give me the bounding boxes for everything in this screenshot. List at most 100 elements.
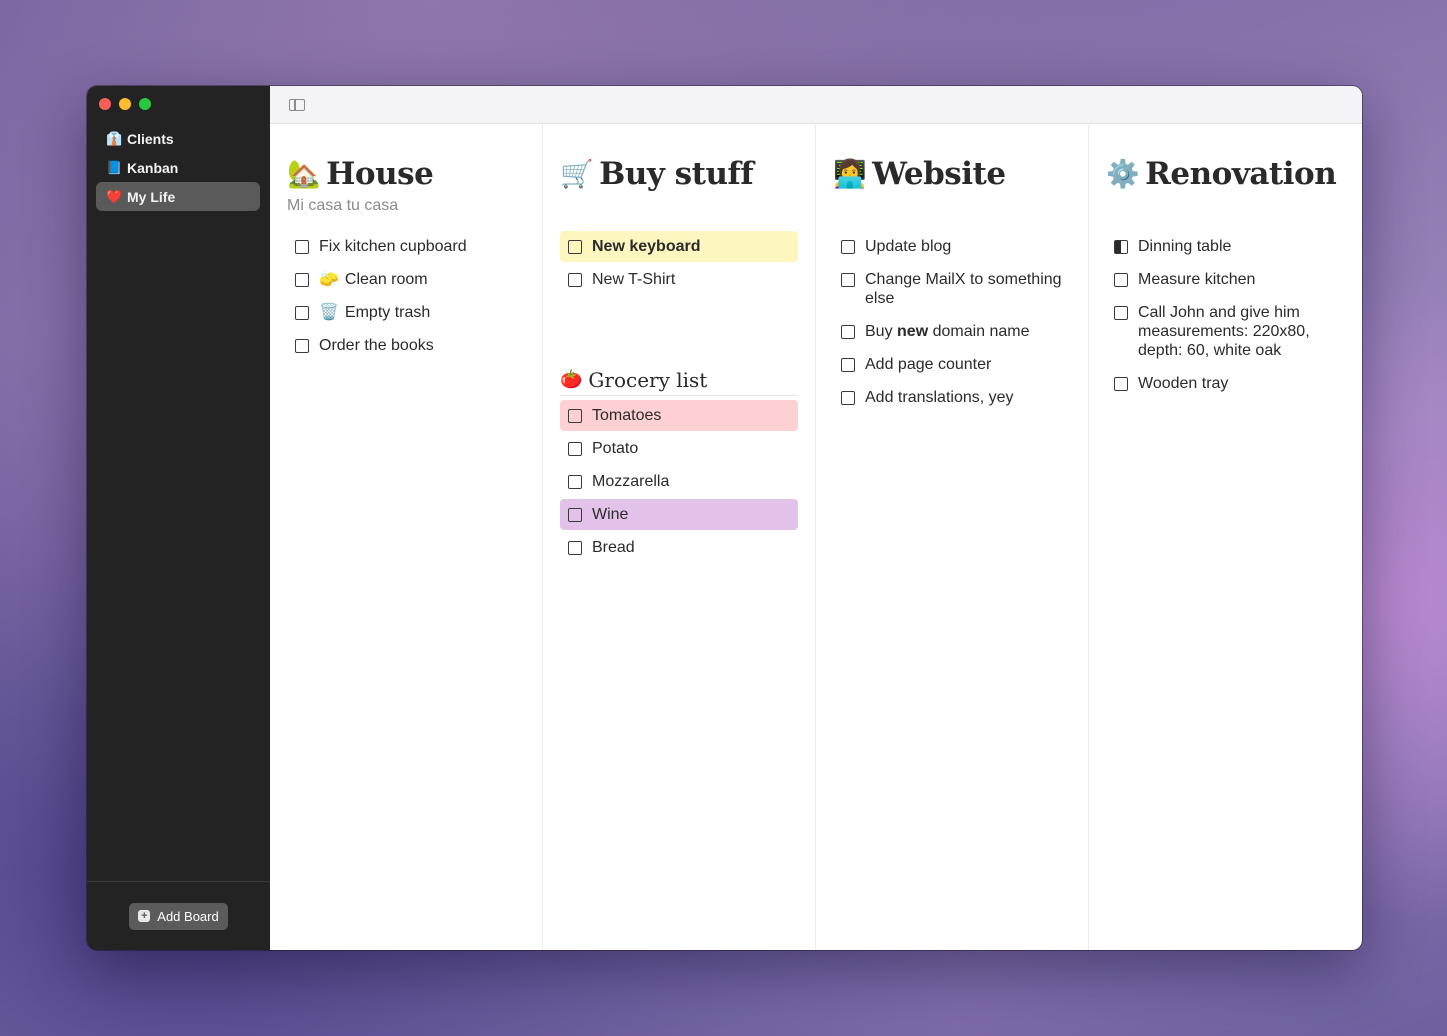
task-item[interactable]: Measure kitchen [1106,264,1345,295]
task-checkbox[interactable] [295,273,309,287]
task-label: Order the books [319,337,434,354]
task-checkbox[interactable] [841,273,855,287]
close-window-button[interactable] [99,98,111,110]
sidebar-footer: + Add Board [87,881,270,950]
task-item[interactable]: Order the books [287,330,525,361]
task-label: Tomatoes [592,407,662,424]
task-item[interactable]: New keyboard [560,231,798,262]
column-title-text: House [326,156,434,192]
task-label: New T-Shirt [592,271,676,288]
column-subtitle-empty [1106,197,1345,215]
task-item[interactable]: Call John and give him measurements: 220… [1106,297,1345,366]
task-checkbox[interactable] [295,306,309,320]
task-item[interactable]: Fix kitchen cupboard [287,231,525,262]
sidebar-toggle-icon[interactable] [289,98,305,111]
task-checkbox[interactable] [841,240,855,254]
task-item[interactable]: Wooden tray [1106,368,1345,399]
task-list: New keyboard New T-Shirt [560,231,798,295]
task-item[interactable]: Wine [560,499,798,530]
app-window: 👔 Clients 📘 Kanban ❤️ My Life + Add Boar… [87,86,1362,950]
task-label: Update blog [865,238,952,255]
column-subtitle-empty [833,197,1071,215]
main-area: 🏡 House Mi casa tu casa Fix kitchen cupb… [270,86,1362,950]
column-title[interactable]: 🏡 House [287,153,525,195]
task-checkbox[interactable] [841,325,855,339]
task-label: Wooden tray [1138,375,1229,392]
task-item[interactable]: Bread [560,532,798,563]
task-checkbox[interactable] [295,240,309,254]
zoom-window-button[interactable] [139,98,151,110]
task-item[interactable]: 🗑️ Empty trash [287,297,525,328]
task-label: Mozzarella [592,473,670,490]
task-label: Potato [592,440,639,457]
add-board-button[interactable]: + Add Board [129,902,228,930]
sidebar-item-my-life[interactable]: ❤️ My Life [96,182,260,211]
plus-icon: + [138,910,151,922]
task-item[interactable]: Change MailX to something else [833,264,1071,314]
add-board-label: Add Board [157,908,219,924]
column-title[interactable]: 👩‍💻 Website [833,153,1071,195]
task-label: Buy new domain name [865,322,1030,341]
column-renovation: ⚙️ Renovation Dinning table Measure kitc… [1089,124,1362,950]
task-item[interactable]: Add translations, yey [833,382,1071,413]
task-checkbox[interactable] [568,240,582,254]
task-item[interactable]: 🧽 Clean room [287,264,525,295]
task-label-wrap: 🗑️ Empty trash [319,303,430,322]
task-checkbox[interactable] [568,541,582,555]
trash-icon: 🗑️ [319,304,339,321]
column-title-text: Website [872,156,1006,192]
task-label: Measure kitchen [1138,271,1256,288]
task-item[interactable]: Potato [560,433,798,464]
task-checkbox[interactable] [295,339,309,353]
task-label: Empty trash [344,304,431,321]
task-item[interactable]: Update blog [833,231,1071,262]
task-item[interactable]: Buy new domain name [833,316,1071,347]
task-checkbox[interactable] [568,409,582,423]
task-checkbox[interactable] [568,475,582,489]
sponge-icon: 🧽 [319,271,339,288]
task-label-part: domain name [928,323,1030,340]
task-checkbox[interactable] [1114,273,1128,287]
column-title[interactable]: ⚙️ Renovation [1106,153,1345,195]
task-item[interactable]: New T-Shirt [560,264,798,295]
sidebar-item-clients[interactable]: 👔 Clients [96,124,260,153]
task-label: Dinning table [1138,238,1232,255]
task-label: Change MailX to something else [865,271,1062,307]
section-heading[interactable]: 🍅 Grocery list [560,366,798,396]
task-label: Add translations, yey [865,389,1014,406]
shopping-cart-icon: 🛒 [560,159,594,190]
task-checkbox-in-progress[interactable] [1114,240,1128,254]
sidebar-item-kanban[interactable]: 📘 Kanban [96,153,260,182]
task-list: Tomatoes Potato Mozzarella Wine Bread [560,400,798,563]
task-checkbox[interactable] [841,358,855,372]
toolbar [270,86,1362,124]
minimize-window-button[interactable] [119,98,131,110]
task-label: Fix kitchen cupboard [319,238,467,255]
task-checkbox[interactable] [841,391,855,405]
task-item[interactable]: Dinning table [1106,231,1345,262]
column-buy-stuff: 🛒 Buy stuff New keyboard New T-Shirt 🍅 G… [543,124,816,950]
column-title[interactable]: 🛒 Buy stuff [560,153,798,195]
task-label: Bread [592,539,635,556]
task-item[interactable]: Tomatoes [560,400,798,431]
heart-icon: ❤️ [106,188,123,204]
task-item[interactable]: Mozzarella [560,466,798,497]
task-checkbox[interactable] [568,442,582,456]
task-list: Fix kitchen cupboard 🧽 Clean room 🗑️ Empty… [287,231,525,361]
task-label-bold: new [897,323,929,340]
column-house: 🏡 House Mi casa tu casa Fix kitchen cupb… [270,124,543,950]
task-checkbox[interactable] [568,273,582,287]
necktie-icon: 👔 [106,130,123,146]
task-checkbox[interactable] [568,508,582,522]
tomato-icon: 🍅 [560,369,583,390]
window-controls [99,98,151,110]
task-checkbox[interactable] [1114,377,1128,391]
blue-book-icon: 📘 [106,159,123,175]
task-item[interactable]: Add page counter [833,349,1071,380]
task-label: New keyboard [592,238,701,255]
column-title-text: Renovation [1145,156,1337,192]
board-list: 👔 Clients 📘 Kanban ❤️ My Life [96,124,260,211]
section-title: Grocery list [588,367,708,392]
task-checkbox[interactable] [1114,306,1128,320]
sidebar-item-label: Clients [127,130,174,147]
